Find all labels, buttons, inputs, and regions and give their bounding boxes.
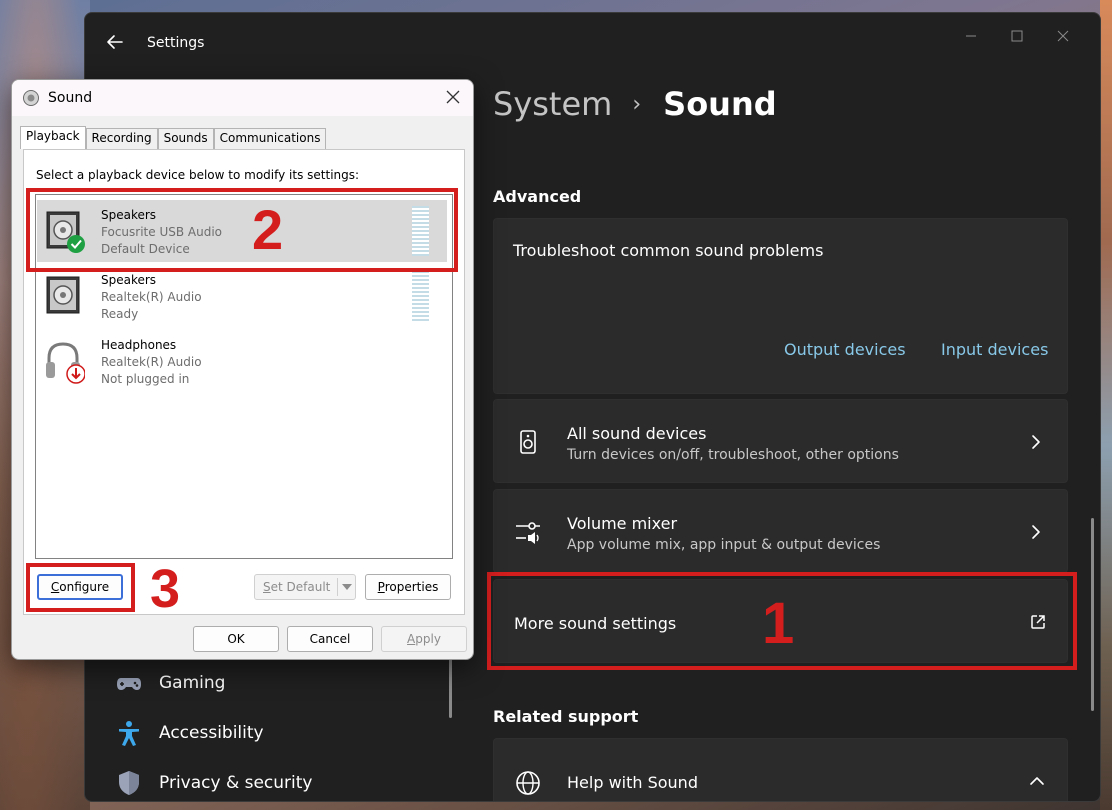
nav-label: Gaming — [159, 673, 226, 693]
tab-recording[interactable]: Recording — [85, 128, 158, 149]
nav-item-privacy-security[interactable]: Privacy & security — [115, 769, 313, 797]
input-devices-link[interactable]: Input devices — [941, 340, 1048, 359]
all-sound-devices-row[interactable]: All sound devices Turn devices on/off, t… — [493, 399, 1068, 483]
nav-scrollbar[interactable] — [449, 650, 452, 718]
nav-item-gaming[interactable]: Gaming — [115, 669, 225, 697]
all-sound-devices-title: All sound devices — [567, 424, 707, 443]
level-meter — [412, 271, 429, 321]
chevron-right-icon — [1032, 525, 1040, 539]
annotation-number-2: 2 — [252, 198, 284, 261]
maximize-button[interactable] — [994, 23, 1040, 49]
dialog-title: Sound — [48, 90, 93, 106]
globe-icon — [516, 771, 540, 795]
set-default-label: Set Default — [263, 580, 331, 594]
ok-label: OK — [227, 632, 245, 646]
cancel-label: Cancel — [309, 632, 351, 646]
troubleshoot-title: Troubleshoot common sound problems — [513, 241, 824, 260]
device-name: Headphones — [101, 338, 177, 352]
volume-mixer-title: Volume mixer — [567, 514, 678, 533]
output-devices-link[interactable]: Output devices — [784, 340, 906, 359]
close-button[interactable] — [1040, 23, 1086, 49]
chevron-up-icon[interactable] — [1029, 775, 1045, 787]
tab-communications[interactable]: Communications — [213, 128, 327, 149]
speaker-dialog-icon — [23, 90, 39, 106]
maximize-icon — [1011, 30, 1023, 42]
device-item-realtek-speakers[interactable]: Speakers Realtek(R) Audio Ready — [37, 265, 447, 327]
mixer-icon — [516, 522, 540, 544]
headphones-icon — [46, 342, 85, 384]
help-with-sound-row[interactable]: Help with Sound — [493, 738, 1068, 801]
volume-mixer-subtitle: App volume mix, app input & output devic… — [567, 537, 881, 553]
window-controls — [948, 23, 1086, 49]
shield-icon — [119, 771, 139, 795]
close-icon — [1057, 30, 1069, 42]
advanced-heading: Advanced — [493, 187, 582, 206]
annotation-box-2 — [26, 188, 458, 272]
set-default-button[interactable]: Set Default — [254, 574, 356, 600]
tab-sounds[interactable]: Sounds — [157, 128, 214, 149]
volume-mixer-row[interactable]: Volume mixer App volume mix, app input &… — [493, 489, 1068, 573]
dialog-close-icon[interactable] — [445, 89, 461, 105]
all-sound-devices-subtitle: Turn devices on/off, troubleshoot, other… — [567, 447, 899, 463]
minimize-button[interactable] — [948, 23, 994, 49]
nav-label: Accessibility — [159, 723, 264, 743]
help-with-sound-title: Help with Sound — [567, 773, 698, 792]
speaker-icon — [520, 430, 536, 454]
annotation-box-3 — [26, 563, 135, 612]
nav-item-accessibility[interactable]: Accessibility — [115, 719, 264, 747]
ok-button[interactable]: OK — [193, 626, 279, 652]
device-name: Speakers — [101, 273, 157, 287]
chevron-right-icon — [1032, 435, 1040, 449]
apply-label: Apply — [407, 632, 441, 646]
cancel-button[interactable]: Cancel — [287, 626, 373, 652]
device-status: Not plugged in — [101, 372, 190, 386]
breadcrumb-separator: › — [632, 91, 642, 117]
apply-button[interactable]: Apply — [381, 626, 467, 652]
device-driver: Realtek(R) Audio — [101, 290, 202, 304]
device-driver: Realtek(R) Audio — [101, 355, 202, 369]
minimize-icon — [966, 35, 976, 37]
desktop-wallpaper-right — [1100, 0, 1112, 810]
accessibility-icon — [119, 721, 139, 746]
nav-label: Privacy & security — [159, 773, 313, 793]
annotation-number-3: 3 — [150, 559, 181, 619]
page-title: Sound — [663, 85, 777, 123]
speaker-device-icon — [46, 276, 80, 314]
dialog-tabs: Playback Recording Sounds Communications — [20, 126, 327, 149]
back-arrow-icon[interactable] — [105, 31, 125, 53]
troubleshoot-card: Troubleshoot common sound problems Outpu… — [493, 218, 1068, 394]
breadcrumb-system[interactable]: System — [493, 85, 612, 123]
annotation-number-1: 1 — [762, 591, 795, 656]
breadcrumb: System › Sound — [493, 85, 777, 123]
related-support-heading: Related support — [493, 707, 639, 726]
instruction-text: Select a playback device below to modify… — [36, 168, 360, 182]
device-status: Ready — [101, 307, 139, 321]
device-item-headphones[interactable]: Headphones Realtek(R) Audio Not plugged … — [37, 330, 447, 392]
tab-playback[interactable]: Playback — [20, 126, 86, 149]
gamepad-icon — [117, 678, 141, 690]
main-scrollbar[interactable] — [1091, 518, 1094, 711]
chevron-down-icon[interactable] — [337, 578, 355, 596]
properties-label: Properties — [377, 580, 439, 594]
window-title: Settings — [147, 35, 205, 51]
properties-button[interactable]: Properties — [365, 574, 451, 600]
